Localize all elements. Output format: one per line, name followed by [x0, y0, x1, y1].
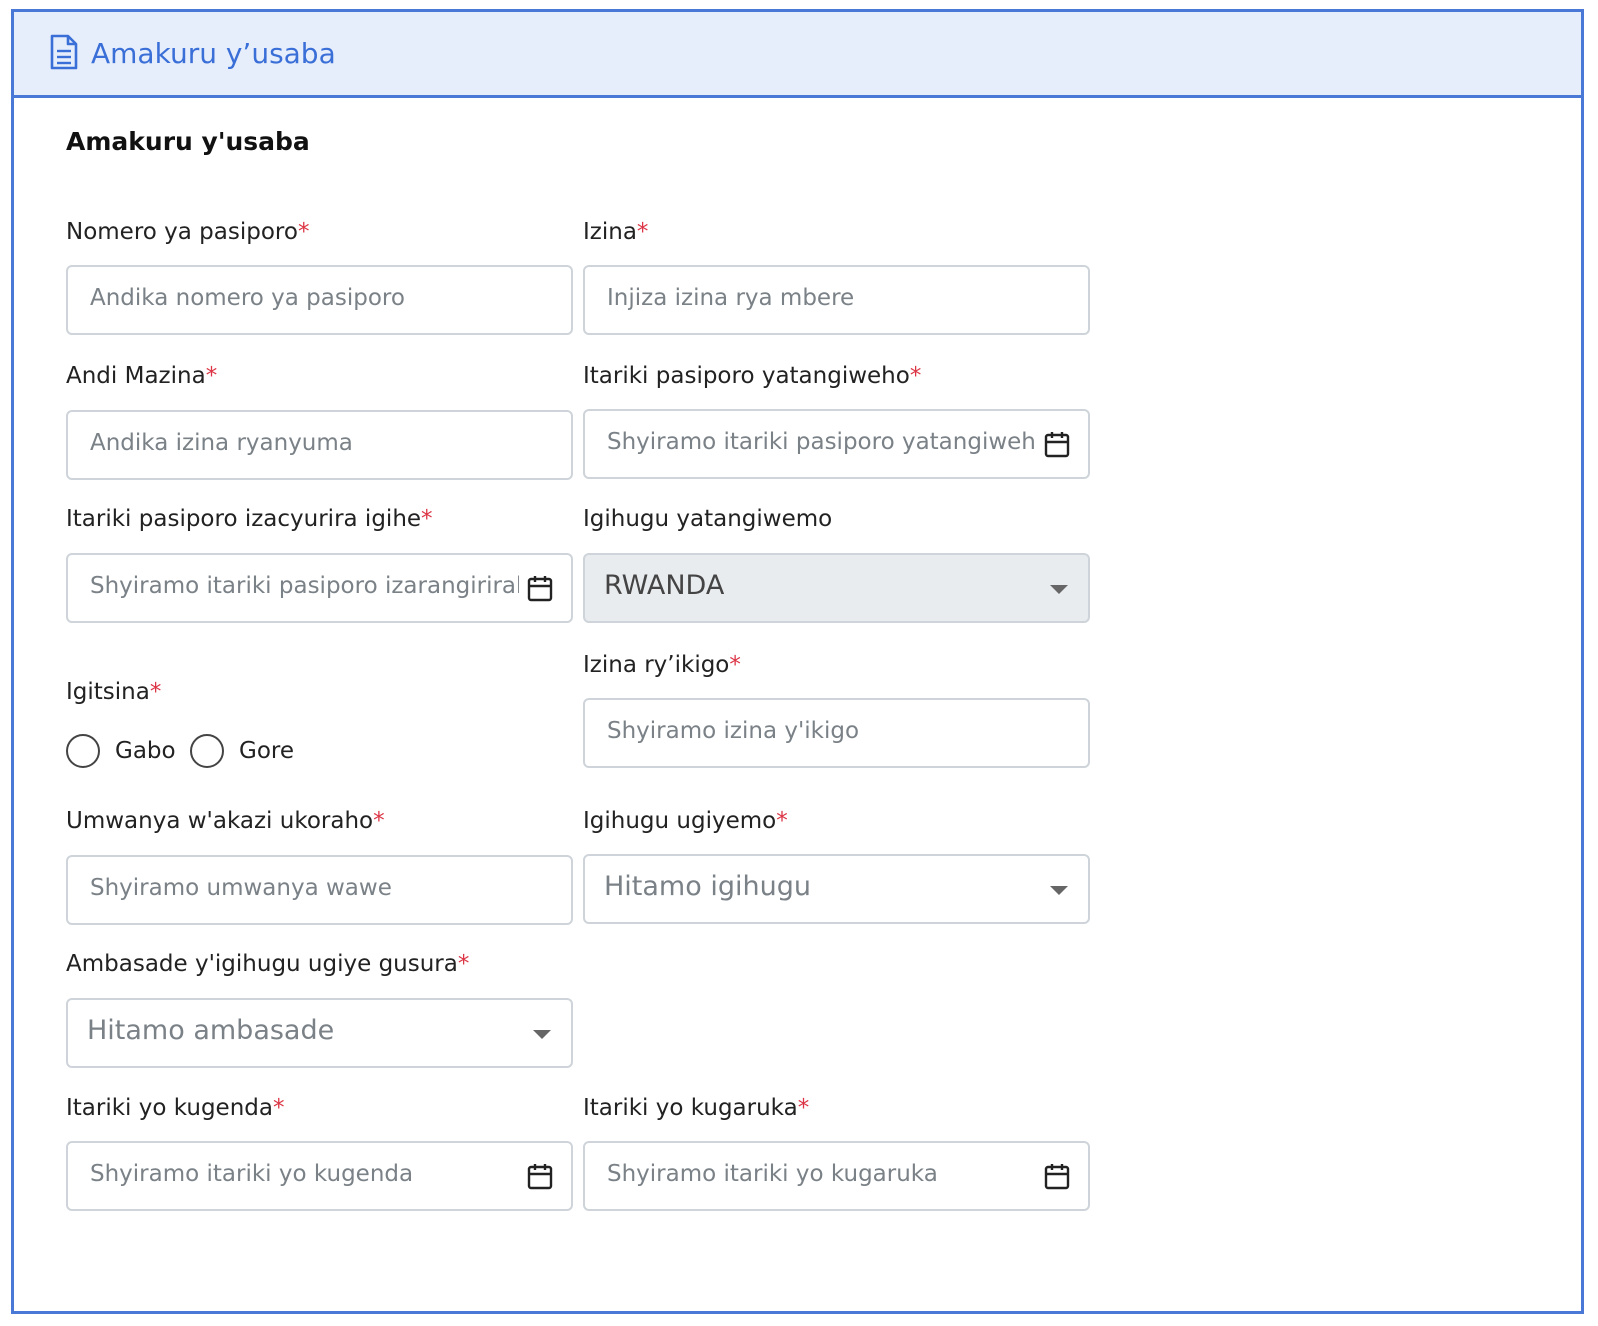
issue-date-input[interactable]: Shyiramo itariki pasiporo yatangiweho [583, 409, 1090, 479]
occupation-input[interactable]: Shyiramo umwanya wawe [66, 855, 573, 925]
chevron-down-icon[interactable] [1050, 886, 1068, 895]
chevron-down-icon [1050, 585, 1068, 594]
destination-country-placeholder: Hitamo igihugu [604, 871, 811, 902]
first-name-label: Izina* [583, 219, 649, 245]
occupation-placeholder: Shyiramo umwanya wawe [90, 875, 392, 901]
calendar-icon[interactable] [527, 574, 553, 602]
departure-date-placeholder: Shyiramo itariki yo kugenda [90, 1161, 414, 1187]
company-name-placeholder: Shyiramo izina y'ikigo [607, 718, 860, 744]
destination-country-select[interactable]: Hitamo igihugu [583, 854, 1090, 924]
embassy-placeholder: Hitamo ambasade [87, 1015, 335, 1046]
panel-title: Amakuru y’usaba [91, 37, 336, 70]
expiry-date-label: Itariki pasiporo izacyurira igihe* [66, 506, 433, 532]
departure-date-input[interactable]: Shyiramo itariki yo kugenda [66, 1141, 573, 1211]
calendar-icon[interactable] [1044, 430, 1070, 458]
gender-option-male[interactable]: Gabo [115, 738, 176, 764]
embassy-label: Ambasade y'igihugu ugiye gusura* [66, 951, 470, 977]
passport-number-input[interactable]: Andika nomero ya pasiporo [66, 265, 573, 335]
return-date-label: Itariki yo kugaruka* [583, 1095, 810, 1121]
expiry-date-input[interactable]: Shyiramo itariki pasiporo izarangirirahc [66, 553, 573, 623]
passport-number-placeholder: Andika nomero ya pasiporo [90, 285, 405, 311]
issue-date-label: Itariki pasiporo yatangiweho* [583, 363, 922, 389]
passport-number-label: Nomero ya pasiporo* [66, 219, 310, 245]
embassy-select[interactable]: Hitamo ambasade [66, 998, 573, 1068]
gender-label: Igitsina* [66, 679, 162, 705]
company-name-label: Izina ry’ikigo* [583, 652, 741, 678]
first-name-placeholder: Injiza izina rya mbere [607, 285, 855, 311]
destination-country-label: Igihugu ugiyemo* [583, 808, 788, 834]
last-name-input[interactable]: Andika izina ryanyuma [66, 410, 573, 480]
occupation-label: Umwanya w'akazi ukoraho* [66, 808, 385, 834]
return-date-placeholder: Shyiramo itariki yo kugaruka [607, 1161, 938, 1187]
issue-date-placeholder: Shyiramo itariki pasiporo yatangiweho [607, 429, 1036, 455]
calendar-icon[interactable] [1044, 1162, 1070, 1190]
gender-radio-female[interactable] [190, 734, 224, 768]
issuing-country-label: Igihugu yatangiwemo [583, 506, 833, 532]
chevron-down-icon[interactable] [533, 1030, 551, 1039]
issuing-country-select: RWANDA [583, 553, 1090, 623]
company-name-input[interactable]: Shyiramo izina y'ikigo [583, 698, 1090, 768]
applicant-info-panel: Amakuru y’usaba Amakuru y'usaba Nomero y… [11, 9, 1584, 1314]
expiry-date-placeholder: Shyiramo itariki pasiporo izarangirirahc [90, 573, 519, 599]
section-title: Amakuru y'usaba [66, 127, 310, 156]
return-date-input[interactable]: Shyiramo itariki yo kugaruka [583, 1141, 1090, 1211]
issuing-country-value: RWANDA [604, 570, 725, 601]
document-icon [50, 34, 78, 70]
first-name-input[interactable]: Injiza izina rya mbere [583, 265, 1090, 335]
departure-date-label: Itariki yo kugenda* [66, 1095, 285, 1121]
calendar-icon[interactable] [527, 1162, 553, 1190]
panel-header: Amakuru y’usaba [14, 12, 1581, 98]
gender-option-female[interactable]: Gore [239, 738, 294, 764]
last-name-placeholder: Andika izina ryanyuma [90, 430, 353, 456]
gender-radio-male[interactable] [66, 734, 100, 768]
last-name-label: Andi Mazina* [66, 363, 218, 389]
